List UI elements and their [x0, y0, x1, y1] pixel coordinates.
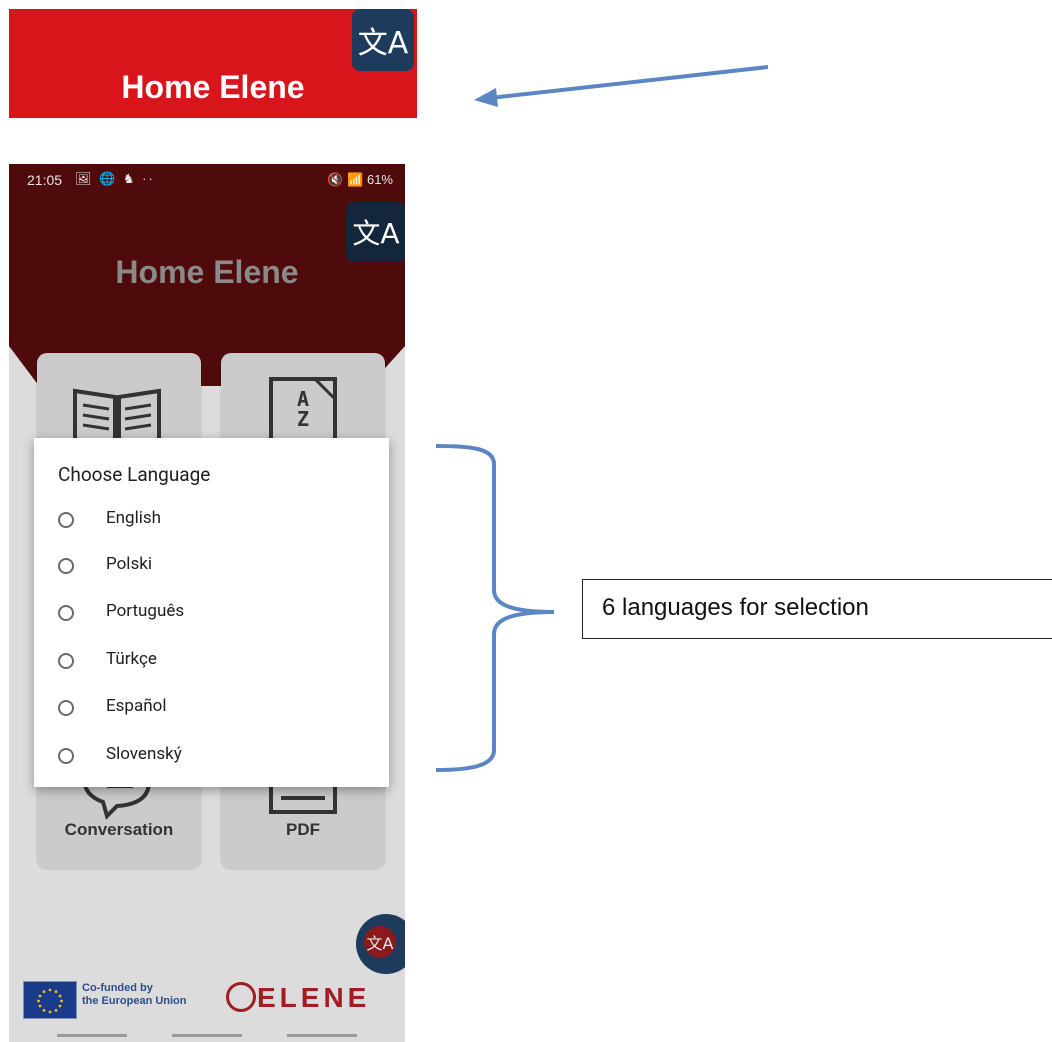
translate-icon-button[interactable]: 文A: [352, 9, 414, 71]
radio-button[interactable]: [58, 512, 74, 528]
eu-cofunded-text: Co-funded by the European Union: [82, 982, 187, 1008]
language-label: Polski: [106, 554, 152, 574]
language-option-turkce[interactable]: Türkçe: [58, 649, 358, 677]
letter-a: A: [297, 387, 310, 411]
zoomed-header: Home Elene 文A: [9, 9, 417, 118]
translate-icon: 文A: [352, 217, 400, 250]
language-option-espanol[interactable]: Español: [58, 696, 358, 724]
eu-flag-icon: [23, 981, 77, 1019]
radio-button[interactable]: [58, 700, 74, 716]
language-option-portugues[interactable]: Português: [58, 601, 358, 629]
eu-line-1: Co-funded by: [82, 982, 153, 994]
language-option-polski[interactable]: Polski: [58, 554, 358, 582]
eu-line-2: the European Union: [82, 995, 187, 1007]
language-label: Slovenský: [106, 744, 182, 764]
radio-button[interactable]: [58, 558, 74, 574]
elene-logo: ELENE: [257, 982, 371, 1013]
eu-stars: [37, 988, 63, 1014]
radio-button[interactable]: [58, 653, 74, 669]
annotation-callout: 6 languages for selection: [582, 579, 1052, 639]
dialog-title: Choose Language: [58, 463, 211, 486]
app-title: Home Elene: [115, 254, 299, 290]
status-bar: 21:05 🖼 🌐 ♞ ·· 🔇 📶 61%: [9, 164, 405, 196]
radio-button[interactable]: [58, 748, 74, 764]
status-right: 🔇 📶 61%: [327, 172, 393, 187]
nav-bar-back[interactable]: [287, 1034, 357, 1037]
az-letters: A Z: [297, 389, 309, 429]
language-label: Português: [106, 601, 185, 621]
nav-bar-recents[interactable]: [57, 1034, 127, 1037]
status-time: 21:05: [27, 172, 63, 188]
header-translate-button[interactable]: 文A: [346, 202, 405, 262]
annotation-arrow: [474, 65, 769, 107]
elene-emblem-icon: [226, 982, 256, 1012]
language-label: Türkçe: [106, 649, 157, 669]
radio-button[interactable]: [58, 605, 74, 621]
annotation-brace: [435, 444, 555, 772]
translate-icon: 文A: [357, 26, 409, 61]
callout-text: 6 languages for selection: [602, 594, 869, 621]
translate-icon: 文A: [364, 926, 396, 958]
conversation-label: Conversation: [64, 820, 174, 839]
nav-bar-home[interactable]: [172, 1034, 242, 1037]
language-label: English: [106, 508, 162, 528]
language-label: Español: [106, 696, 167, 716]
language-fab[interactable]: 文A: [356, 914, 405, 974]
zoomed-header-title: Home Elene: [121, 69, 305, 105]
choose-language-dialog: Choose Language English Polski Português…: [34, 438, 389, 787]
notification-icons: 🖼 🌐 ♞ ··: [75, 171, 155, 186]
language-option-slovensky[interactable]: Slovenský: [58, 744, 358, 772]
letter-z: Z: [297, 407, 310, 431]
pdf-label: PDF: [286, 820, 320, 839]
language-option-english[interactable]: English: [58, 508, 358, 536]
